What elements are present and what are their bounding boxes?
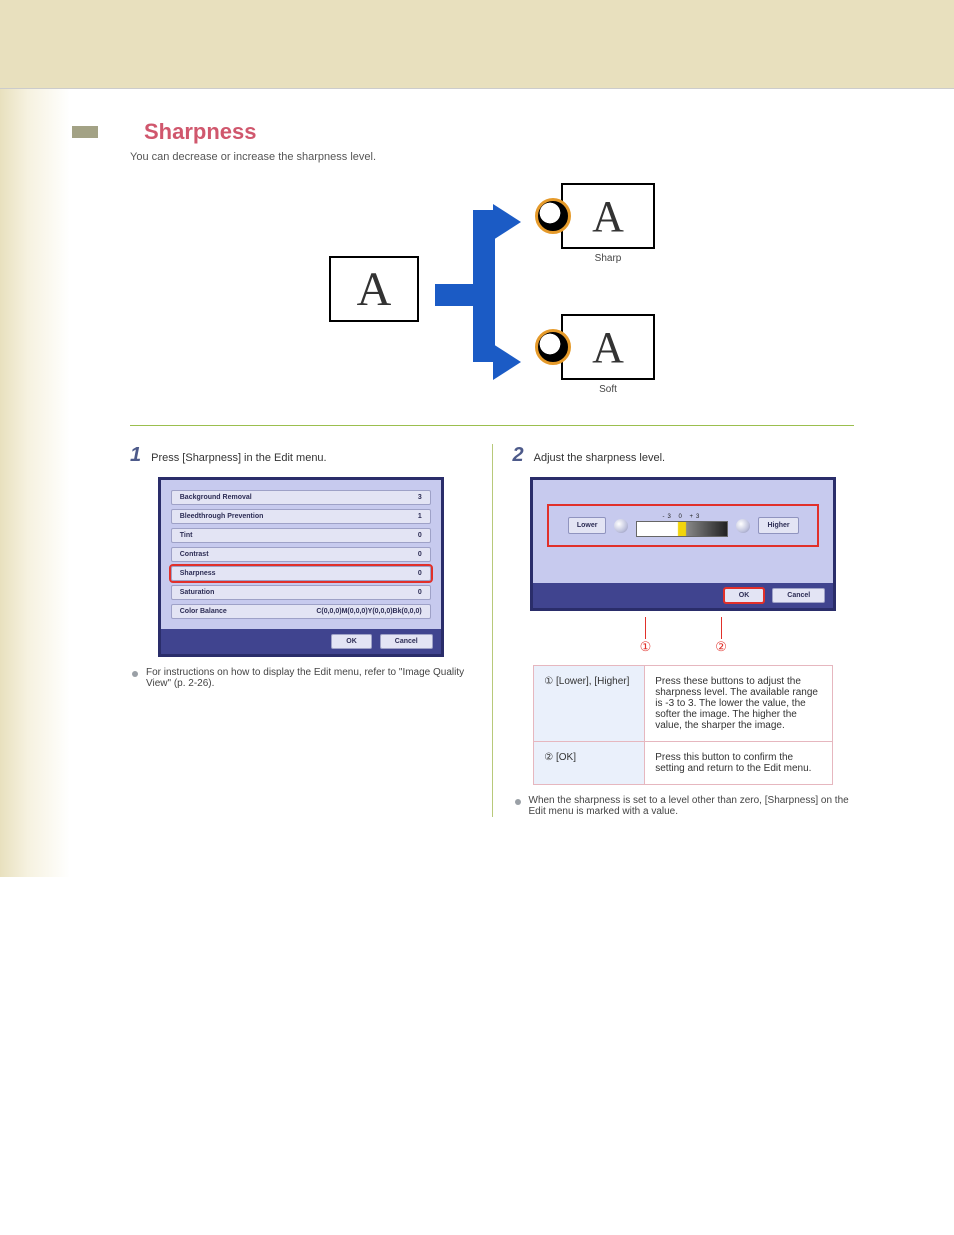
sample-soft-icon: A	[561, 314, 655, 380]
section-marker-icon	[72, 126, 98, 138]
callout-line-icon	[721, 617, 722, 639]
cancel-button[interactable]: Cancel	[380, 634, 433, 649]
row-label: Sharpness	[180, 570, 216, 577]
ok-button[interactable]: OK	[331, 634, 372, 649]
row-value: 0	[418, 570, 422, 577]
slider-knob-icon	[614, 519, 628, 533]
row-saturation[interactable]: Saturation 0	[171, 585, 431, 600]
step-2-text: Adjust the sharpness level.	[534, 452, 665, 464]
fork-arrow-icon	[435, 204, 545, 374]
section-header: Sharpness	[130, 119, 854, 145]
opt-desc-1: Press these buttons to adjust the sharpn…	[645, 666, 833, 742]
note-text: When the sharpness is set to a level oth…	[529, 795, 855, 817]
step-1-number: 1	[130, 444, 141, 467]
slider-knob-icon	[736, 519, 750, 533]
row-label: Background Removal	[180, 494, 252, 501]
row-sharpness[interactable]: Sharpness 0	[171, 566, 431, 581]
variant-soft-label: Soft	[561, 384, 655, 395]
section-subtitle: You can decrease or increase the sharpne…	[130, 151, 854, 163]
table-row: ② [OK] Press this button to confirm the …	[534, 742, 833, 785]
option-table: ① [Lower], [Higher] Press these buttons …	[533, 665, 833, 785]
sharpness-scale-icon	[636, 521, 728, 537]
row-tint[interactable]: Tint 0	[171, 528, 431, 543]
row-background-removal[interactable]: Background Removal 3	[171, 490, 431, 505]
sharpness-illustration: A A Sharp A Soft	[130, 183, 854, 395]
bullet-icon	[515, 799, 521, 805]
callout-line-icon	[645, 617, 646, 639]
row-label: Contrast	[180, 551, 209, 558]
sharpness-adjust-panel: Lower -3 0 +3 Higher OK	[530, 477, 836, 611]
sample-sharp-icon: A	[561, 183, 655, 249]
step-2: 2 Adjust the sharpness level. Lower -3 0…	[513, 444, 855, 817]
row-value: 0	[418, 589, 422, 596]
opt-head-1: ① [Lower], [Higher]	[534, 666, 645, 742]
step-divider	[492, 444, 493, 817]
step-1-text: Press [Sharpness] in the Edit menu.	[151, 452, 326, 464]
cancel-button[interactable]: Cancel	[772, 588, 825, 603]
magnifier-icon	[535, 198, 571, 234]
row-value: 1	[418, 513, 422, 520]
left-margin-fade	[0, 89, 70, 877]
section-divider	[130, 425, 854, 426]
row-value: C(0,0,0)M(0,0,0)Y(0,0,0)Bk(0,0,0)	[316, 608, 421, 615]
row-color-balance[interactable]: Color Balance C(0,0,0)M(0,0,0)Y(0,0,0)Bk…	[171, 604, 431, 619]
ok-button[interactable]: OK	[724, 588, 765, 603]
step-2-number: 2	[513, 444, 524, 467]
section-title: Sharpness	[144, 119, 257, 145]
step-1-note: For instructions on how to display the E…	[132, 667, 472, 689]
scale-ticks: -3 0 +3	[663, 514, 703, 520]
row-bleedthrough[interactable]: Bleedthrough Prevention 1	[171, 509, 431, 524]
row-label: Bleedthrough Prevention	[180, 513, 264, 520]
opt-desc-2: Press this button to confirm the setting…	[645, 742, 833, 785]
callout-1: ①	[640, 639, 652, 655]
lower-button[interactable]: Lower	[568, 517, 607, 534]
panel2-footer: OK Cancel	[533, 583, 833, 608]
callout-row: ① ②	[513, 617, 855, 655]
row-label: Color Balance	[180, 608, 227, 615]
magnifier-icon	[535, 329, 571, 365]
note-text: For instructions on how to display the E…	[146, 667, 472, 689]
table-row: ① [Lower], [Higher] Press these buttons …	[534, 666, 833, 742]
callout-2: ②	[715, 639, 727, 655]
opt-head-2: ② [OK]	[534, 742, 645, 785]
row-value: 0	[418, 532, 422, 539]
row-value: 0	[418, 551, 422, 558]
higher-button[interactable]: Higher	[758, 517, 798, 534]
panel-footer: OK Cancel	[161, 629, 441, 654]
edit-menu-panel: Background Removal 3 Bleedthrough Preven…	[158, 477, 444, 657]
variant-sharp-label: Sharp	[561, 253, 655, 264]
row-contrast[interactable]: Contrast 0	[171, 547, 431, 562]
page: Sharpness You can decrease or increase t…	[0, 89, 954, 877]
header-band	[0, 0, 954, 88]
row-value: 3	[418, 494, 422, 501]
row-label: Tint	[180, 532, 193, 539]
adjust-controls-highlight: Lower -3 0 +3 Higher	[547, 504, 819, 547]
step-1: 1 Press [Sharpness] in the Edit menu. Ba…	[130, 444, 472, 817]
bullet-icon	[132, 671, 138, 677]
sample-original-icon: A	[329, 256, 419, 322]
row-label: Saturation	[180, 589, 215, 596]
step-2-note: When the sharpness is set to a level oth…	[515, 795, 855, 817]
scale: -3 0 +3	[636, 514, 728, 537]
